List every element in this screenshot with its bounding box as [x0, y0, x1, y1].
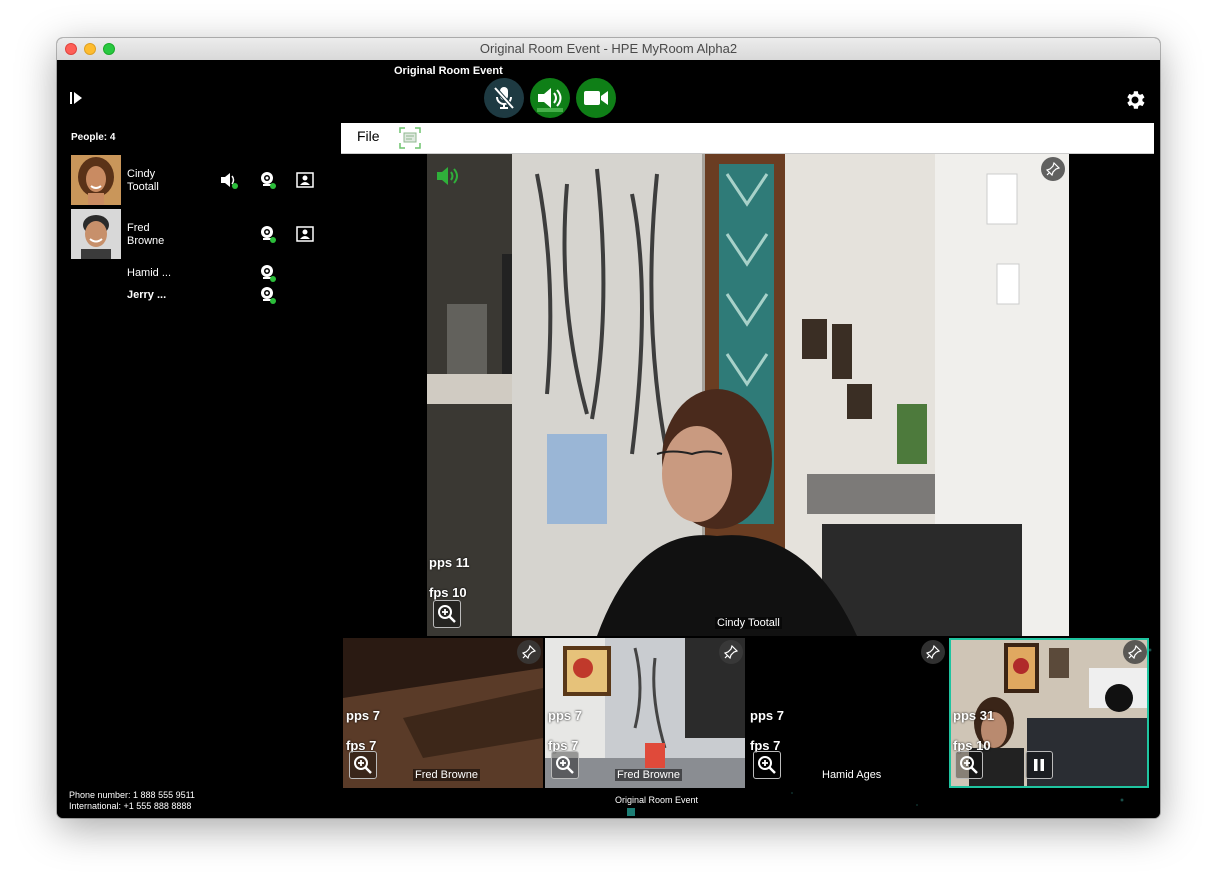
title-bar: Original Room Event - HPE MyRoom Alpha2	[57, 38, 1160, 61]
pin-video-button[interactable]	[1123, 640, 1147, 664]
collapse-sidebar-icon[interactable]	[69, 90, 83, 106]
pps-stat: pps 31	[953, 708, 995, 723]
main-video-feed	[427, 154, 1069, 636]
people-count: People: 4	[71, 132, 116, 143]
profile-card-icon[interactable]	[295, 224, 315, 244]
pps-stat: pps 11	[429, 555, 470, 570]
webcam-icon[interactable]	[258, 170, 278, 190]
participant-name: Fred Browne	[127, 222, 164, 248]
microphone-muted-icon	[493, 86, 515, 110]
pin-icon	[724, 645, 738, 659]
menu-bar: File	[341, 123, 1154, 154]
fps-stat: fps 10	[429, 585, 467, 600]
pps-stat: pps 7	[548, 708, 582, 723]
participant-row[interactable]: Fred Browne	[71, 209, 331, 259]
settings-gear-icon[interactable]	[1123, 88, 1147, 112]
video-camera-icon	[584, 91, 608, 105]
app-window: Original Room Event - HPE MyRoom Alpha2 …	[57, 38, 1160, 818]
participant-row[interactable]: Cindy Tootall	[71, 155, 331, 205]
participant-first-name: Cindy	[127, 168, 156, 180]
international-number: International: +1 555 888 8888	[69, 801, 192, 811]
video-stage: pps 11 fps 10 Cindy Tootall	[343, 154, 1151, 638]
minimize-window-button[interactable]	[84, 43, 96, 55]
zoom-in-button[interactable]	[955, 751, 983, 779]
zoom-in-button[interactable]	[433, 600, 461, 628]
pps-stat: pps 7	[750, 708, 784, 723]
mute-microphone-button[interactable]	[484, 78, 524, 118]
window-title: Original Room Event - HPE MyRoom Alpha2	[479, 41, 738, 56]
event-title: Original Room Event	[394, 65, 503, 77]
close-window-button[interactable]	[65, 43, 77, 55]
profile-card-icon[interactable]	[295, 170, 315, 190]
pin-icon	[522, 645, 536, 659]
pin-video-button[interactable]	[1041, 157, 1065, 181]
speaker-button[interactable]	[530, 78, 570, 118]
participant-name: Jerry ...	[127, 289, 167, 301]
pause-icon	[1034, 759, 1044, 771]
participant-name: Cindy Tootall	[127, 168, 159, 194]
participant-first-name: Fred	[127, 222, 150, 234]
zoom-in-button[interactable]	[349, 751, 377, 779]
pin-video-button[interactable]	[517, 640, 541, 664]
webcam-icon[interactable]	[258, 263, 278, 283]
speaker-active-icon[interactable]	[219, 170, 239, 190]
dial-in-info: Phone number: 1 888 555 9511 Internation…	[69, 790, 195, 812]
thumbnail-video[interactable]: pps 7 fps 7 Fred Browne	[343, 638, 543, 788]
speaking-indicator-icon	[437, 167, 458, 185]
pps-stat: pps 7	[346, 708, 380, 723]
video-participant-name: Cindy Tootall	[715, 617, 782, 629]
zoom-in-button[interactable]	[551, 751, 579, 779]
file-menu[interactable]: File	[357, 128, 380, 144]
avatar	[71, 155, 121, 205]
video-participant-name: Fred Browne	[615, 769, 682, 781]
zoom-window-button[interactable]	[103, 43, 115, 55]
pause-video-button[interactable]	[1025, 751, 1053, 779]
avatar	[71, 209, 121, 259]
video-participant-name: Fred Browne	[413, 769, 480, 781]
speaker-icon	[537, 88, 563, 112]
phone-number: Phone number: 1 888 555 9511	[69, 790, 195, 800]
participant-last-name: Tootall	[127, 181, 159, 193]
participant-row[interactable]: Hamid ...	[71, 263, 331, 285]
main-video-tile[interactable]: pps 11 fps 10 Cindy Tootall	[427, 154, 1069, 636]
zoom-in-icon	[438, 605, 456, 623]
participant-last-name: Browne	[127, 235, 165, 247]
pin-icon	[1128, 645, 1142, 659]
zoom-in-icon	[354, 756, 372, 774]
thumbnail-strip: pps 7 fps 7 Fred Browne pps 7 fps 7 Fred…	[343, 638, 1153, 788]
thumbnail-video-self[interactable]: pps 31 fps 10	[949, 638, 1149, 788]
screen-share-icon[interactable]	[398, 126, 422, 150]
pin-icon	[1046, 162, 1060, 176]
video-participant-name: Hamid Ages	[820, 769, 884, 781]
participant-name: Hamid ...	[127, 267, 172, 279]
thumbnail-video[interactable]: pps 7 fps 7 Fred Browne	[545, 638, 745, 788]
app-content: Original Room Event People: 4 Cindy Toot…	[57, 60, 1160, 818]
webcam-icon[interactable]	[258, 224, 278, 244]
pin-video-button[interactable]	[719, 640, 743, 664]
footer-indicator	[627, 808, 635, 816]
zoom-in-icon	[758, 756, 776, 774]
pin-video-button[interactable]	[921, 640, 945, 664]
participant-row[interactable]: Jerry ...	[71, 285, 331, 307]
camera-button[interactable]	[576, 78, 616, 118]
zoom-in-icon	[960, 756, 978, 774]
footer-event-title: Original Room Event	[615, 795, 699, 805]
webcam-icon[interactable]	[258, 285, 278, 305]
pin-icon	[926, 645, 940, 659]
zoom-in-icon	[556, 756, 574, 774]
zoom-in-button[interactable]	[753, 751, 781, 779]
thumbnail-video[interactable]: pps 7 fps 7 Hamid Ages	[747, 638, 947, 788]
